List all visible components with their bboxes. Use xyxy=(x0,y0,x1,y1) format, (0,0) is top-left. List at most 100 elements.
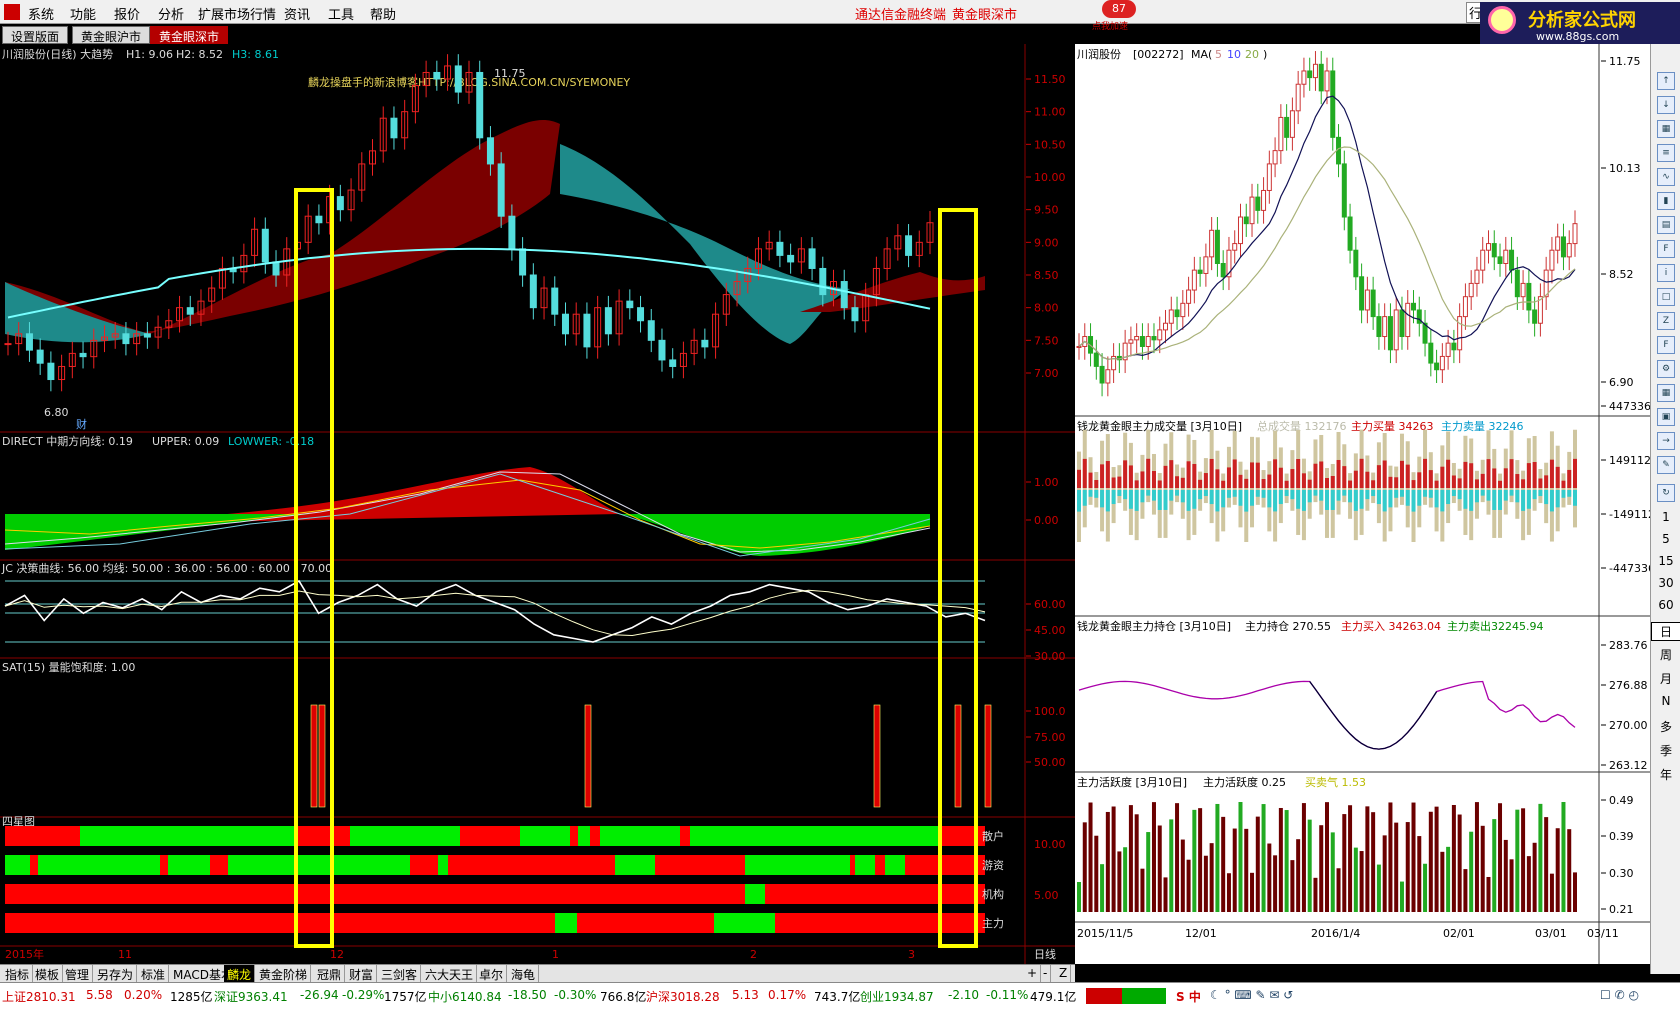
right-panels[interactable]: 川润股份 [002272] MA( 5 10 20 ) 11.75 10.13 8.… xyxy=(1075,44,1650,964)
ime-indicator[interactable]: S 中 xyxy=(1176,988,1201,1005)
speed-bubble[interactable]: 87 xyxy=(1102,0,1136,18)
refresh-icon[interactable]: ↻ xyxy=(1657,484,1675,502)
vol-sell-bar xyxy=(1088,490,1093,497)
arrow-down-icon[interactable]: ↓ xyxy=(1657,96,1675,114)
tray-icons[interactable]: ☐ ✆ ◴ xyxy=(1600,988,1639,1002)
hold-value: 主力持仓 270.55 xyxy=(1245,619,1331,633)
calc-icon[interactable]: ▣ xyxy=(1657,408,1675,426)
btab-guanding[interactable]: 冠鼎 xyxy=(314,965,346,982)
btab-saveas[interactable]: 另存为 xyxy=(94,965,138,982)
btab-fortune[interactable]: 财富 xyxy=(346,965,378,982)
menu-analysis[interactable]: 分析 xyxy=(158,4,184,23)
vol-title: 钱龙黄金眼主力成交量 [3月10日] xyxy=(1077,419,1242,433)
menu-extended-market[interactable]: 扩展市场行情 xyxy=(198,4,276,23)
btab-golden-ladder[interactable]: 黄金阶梯 xyxy=(256,965,312,982)
btab-six-kings[interactable]: 六大天王 xyxy=(422,965,478,982)
right-toolbar: ↑ ↓ ▦ ≡ ∿ ▮ ▤ F i □ Z F ⚙ ▦ ▣ → ✎ ↻ 1 5 … xyxy=(1650,44,1680,974)
hs-index[interactable]: 沪深3018.28 xyxy=(646,988,720,1005)
link-tdx-terminal[interactable]: 通达信金融终端 xyxy=(855,4,946,23)
vol-sell-bar xyxy=(1290,490,1295,500)
btab-manage[interactable]: 管理 xyxy=(62,965,94,982)
btab-standard[interactable]: 标准 xyxy=(138,965,170,982)
f10-icon[interactable]: F xyxy=(1657,240,1675,258)
act-bar xyxy=(1151,802,1156,912)
vol-sell-bar xyxy=(1244,490,1249,512)
period-1min[interactable]: 1 xyxy=(1651,510,1680,524)
settings-icon[interactable]: ⚙ xyxy=(1657,360,1675,378)
vol-total-bar xyxy=(1469,438,1474,541)
btab-linlong[interactable]: 麟龙 xyxy=(224,965,256,982)
direct-green-area-right xyxy=(620,514,930,556)
act-bar xyxy=(1301,803,1306,912)
tab-golden-eye-sz[interactable]: 黄金眼深市 xyxy=(150,26,229,44)
menu-tools[interactable]: 工具 xyxy=(328,4,354,23)
btab-indicator[interactable]: 指标 xyxy=(2,965,34,982)
menu-help[interactable]: 帮助 xyxy=(370,4,396,23)
rcandle-body xyxy=(1261,189,1267,211)
arrow-up-icon[interactable]: ↑ xyxy=(1657,72,1675,90)
main-chart-area[interactable]: 川润股份(日线) 大趋势 H1: 9.06 H2: 8.52 H3: 8.61 … xyxy=(0,44,1075,964)
chart-line-icon[interactable]: ∿ xyxy=(1657,168,1675,186)
act-bar xyxy=(1440,851,1445,912)
btab-turtle[interactable]: 海龟 xyxy=(508,965,540,982)
candle-body xyxy=(626,300,634,309)
menu-system[interactable]: 系统 xyxy=(28,4,54,23)
fz-icon[interactable]: Z xyxy=(1657,312,1675,330)
link-golden-eye-sz[interactable]: 黄金眼深市 xyxy=(952,4,1017,23)
period-day[interactable]: 日 xyxy=(1651,622,1680,641)
doc-icon[interactable]: □ xyxy=(1657,288,1675,306)
table-icon[interactable]: ▤ xyxy=(1657,216,1675,234)
vol-buy-bar xyxy=(1434,480,1439,488)
app-icon[interactable] xyxy=(4,4,20,20)
period-year[interactable]: 年 xyxy=(1651,766,1680,783)
tab-settings[interactable]: 设置版面 xyxy=(2,26,69,44)
zoom-out-button[interactable]: - xyxy=(1040,965,1052,982)
period-30min[interactable]: 30 xyxy=(1651,576,1680,590)
period-60min[interactable]: 60 xyxy=(1651,598,1680,612)
pen-icon[interactable]: ✎ xyxy=(1657,456,1675,474)
period-month[interactable]: 月 xyxy=(1651,670,1680,687)
sh-index[interactable]: 上证2810.31 xyxy=(2,988,76,1005)
vol-sell-bar xyxy=(1555,490,1560,508)
vol-buy-bar xyxy=(1192,463,1197,488)
zx-index[interactable]: 中小6140.84 xyxy=(428,988,502,1005)
ime-tools-icon[interactable]: ☾ ° ⌨ ✎ ✉ ↺ xyxy=(1210,988,1293,1002)
export-icon[interactable]: → xyxy=(1657,432,1675,450)
btab-zhuoer[interactable]: 卓尔 xyxy=(476,965,508,982)
info-icon[interactable]: i xyxy=(1657,264,1675,282)
direct-y-tick-1: 0.00 xyxy=(1034,514,1059,527)
act-bar xyxy=(1250,872,1255,912)
vol-buy-bar xyxy=(1503,468,1508,488)
rcandle-body xyxy=(1105,369,1111,384)
f10-icon-2[interactable]: F xyxy=(1657,336,1675,354)
menu-info[interactable]: 资讯 xyxy=(284,4,310,23)
vol-sell-bar xyxy=(1175,490,1180,496)
candle-body xyxy=(658,339,666,361)
vol-sell-bar xyxy=(1296,490,1301,509)
sz-index[interactable]: 深证9363.41 xyxy=(214,988,288,1005)
period-multi[interactable]: 多 xyxy=(1651,718,1680,735)
period-n[interactable]: N xyxy=(1651,694,1680,708)
tab-golden-eye-sh[interactable]: 黄金眼沪市 xyxy=(72,26,151,44)
btab-three-swords[interactable]: 三剑客 xyxy=(378,965,422,982)
cy-index[interactable]: 创业1934.87 xyxy=(860,988,934,1005)
grid-icon[interactable]: ▦ xyxy=(1657,120,1675,138)
period-week[interactable]: 周 xyxy=(1651,646,1680,663)
chart-bar-icon[interactable]: ▮ xyxy=(1657,192,1675,210)
menu-quote[interactable]: 报价 xyxy=(114,4,140,23)
sixing-seg-1-2 xyxy=(38,855,160,875)
period-quarter[interactable]: 季 xyxy=(1651,742,1680,759)
menu-function[interactable]: 功能 xyxy=(70,4,96,23)
rcandle-body xyxy=(1266,163,1272,191)
grid-icon-2[interactable]: ▦ xyxy=(1657,384,1675,402)
zoom-in-button[interactable]: + xyxy=(1024,965,1042,982)
period-5min[interactable]: 5 xyxy=(1651,532,1680,546)
period-15min[interactable]: 15 xyxy=(1651,554,1680,568)
z-button[interactable]: Z xyxy=(1056,965,1072,982)
rcandle-body xyxy=(1243,216,1249,225)
sixing-seg-1-11 xyxy=(655,855,745,875)
list-icon[interactable]: ≡ xyxy=(1657,144,1675,162)
btab-template[interactable]: 模板 xyxy=(32,965,64,982)
vol-sell-bar xyxy=(1209,490,1214,505)
rcandle-body xyxy=(1180,302,1186,318)
